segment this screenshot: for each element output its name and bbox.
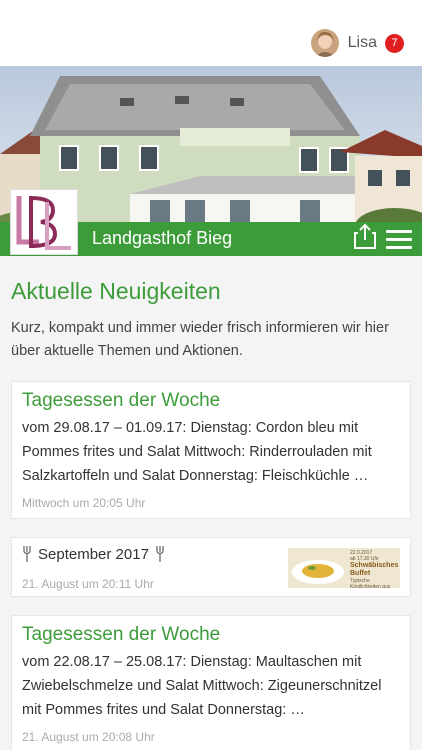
user-menu[interactable]: Lisa 7	[310, 29, 404, 57]
news-section: Aktuelle Neuigkeiten Kurz, kompakt und i…	[0, 278, 422, 750]
cutlery-icon	[155, 545, 165, 563]
news-card-time: 21. August um 20:11 Uhr	[22, 577, 154, 591]
section-title: Aktuelle Neuigkeiten	[11, 278, 221, 304]
news-card-thumbnail[interactable]: 22.9.2017 ab 17.30 Uhr Schwäbisches Buff…	[288, 548, 400, 588]
username[interactable]: Lisa	[348, 34, 377, 52]
news-card-title[interactable]: Tagesessen der Woche	[22, 390, 400, 412]
news-card-body: vom 29.08.17 – 01.09.17: Dienstag: Cordo…	[22, 420, 372, 484]
news-card-title[interactable]: Tagesessen der Woche	[22, 624, 400, 646]
news-card[interactable]: Tagesessen der Woche vom 29.08.17 – 01.0…	[11, 381, 411, 519]
restaurant-logo	[10, 189, 78, 255]
news-card-title[interactable]: September 2017	[22, 545, 165, 563]
top-bar: Lisa 7	[0, 0, 422, 66]
news-card-time: Mittwoch um 20:05 Uhr	[22, 496, 146, 510]
section-intro: Kurz, kompakt und immer wieder frisch in…	[11, 320, 389, 359]
news-card-time: 21. August um 20:08 Uhr	[22, 730, 155, 744]
hamburger-menu-icon[interactable]	[386, 230, 412, 250]
notification-badge[interactable]: 7	[385, 33, 404, 53]
news-card-body: vom 22.08.17 – 25.08.17: Dienstag: Mault…	[22, 654, 382, 718]
thumbnail-text: 22.9.2017 ab 17.30 Uhr Schwäbisches Buff…	[350, 550, 399, 588]
news-card[interactable]: September 2017 21. August um 20:11 Uhr 2…	[11, 537, 411, 597]
hero-banner: Landgasthof Bieg	[0, 66, 422, 256]
news-card[interactable]: Tagesessen der Woche vom 22.08.17 – 25.0…	[11, 615, 411, 750]
avatar[interactable]	[310, 29, 339, 57]
cutlery-icon	[22, 545, 32, 563]
place-name: Landgasthof Bieg	[92, 228, 233, 248]
share-icon[interactable]	[354, 223, 376, 249]
